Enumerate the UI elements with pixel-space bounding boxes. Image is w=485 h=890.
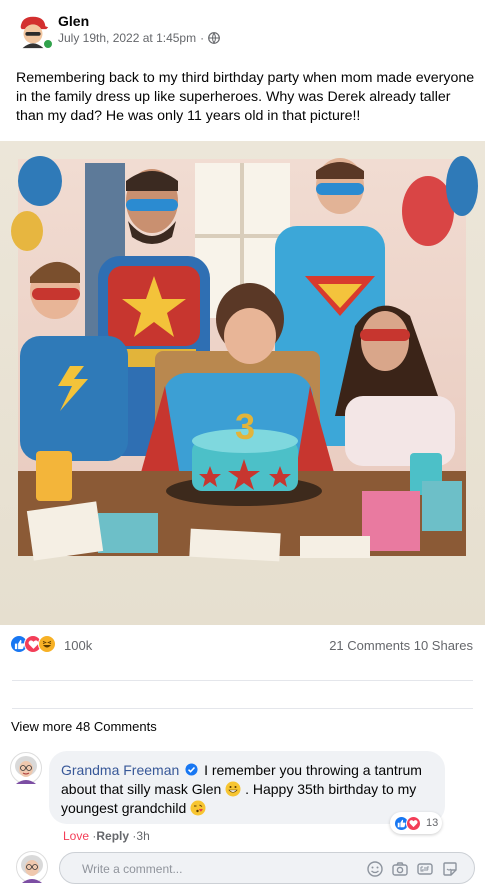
verified-badge-icon xyxy=(185,763,198,776)
commenter-avatar[interactable] xyxy=(10,752,42,784)
post-photo[interactable]: 3 xyxy=(0,141,485,625)
emoji-picker-icon[interactable] xyxy=(366,860,384,878)
gif-icon[interactable] xyxy=(416,860,434,878)
kiss-emoji-icon xyxy=(190,800,206,816)
online-status-dot xyxy=(42,38,54,50)
actions-divider-top xyxy=(12,680,473,681)
comment-time[interactable]: 3h xyxy=(136,829,149,843)
write-comment-box[interactable] xyxy=(59,852,475,884)
reaction-count[interactable]: 100k xyxy=(64,638,92,653)
comments-count-link[interactable]: 21 Comments xyxy=(329,638,410,653)
write-comment-input[interactable] xyxy=(82,859,352,879)
haha-icon xyxy=(38,635,56,653)
comment-reactions[interactable]: 13 xyxy=(390,812,443,834)
commenter-name[interactable]: Grandma Freeman xyxy=(61,762,179,778)
grin-emoji-icon xyxy=(225,781,241,797)
post-author-name[interactable]: Glen xyxy=(58,13,89,29)
actions-divider-bottom xyxy=(12,708,473,709)
post-text: Remembering back to my third birthday pa… xyxy=(16,70,475,124)
meta-separator: · xyxy=(200,31,205,45)
cake-number: 3 xyxy=(235,406,255,447)
post-header: Glen July 19th, 2022 at 1:45pm · xyxy=(12,10,472,52)
comment-love-link[interactable]: Love xyxy=(63,829,89,843)
comment-reply-link[interactable]: Reply xyxy=(96,829,129,843)
post-stats: 21 Comments 10 Shares xyxy=(329,638,473,653)
love-icon xyxy=(406,815,421,831)
reactions-summary: 100k 21 Comments 10 Shares xyxy=(10,635,475,657)
comment-bubble: Grandma Freeman I remember you throwing … xyxy=(49,751,445,824)
post-timestamp[interactable]: July 19th, 2022 at 1:45pm xyxy=(58,31,196,45)
camera-icon[interactable] xyxy=(391,860,409,878)
sticker-icon[interactable] xyxy=(441,860,459,878)
comment-reaction-count: 13 xyxy=(426,817,439,829)
comment-actions: Love ·Reply ·3h xyxy=(63,829,150,843)
view-more-comments-link[interactable]: View more 48 Comments xyxy=(11,719,157,734)
current-user-avatar[interactable] xyxy=(16,851,48,883)
shares-count-link[interactable]: 10 Shares xyxy=(414,638,473,653)
globe-icon[interactable] xyxy=(208,32,220,44)
post-meta: July 19th, 2022 at 1:45pm · xyxy=(58,31,220,45)
reaction-icons[interactable] xyxy=(10,635,56,653)
